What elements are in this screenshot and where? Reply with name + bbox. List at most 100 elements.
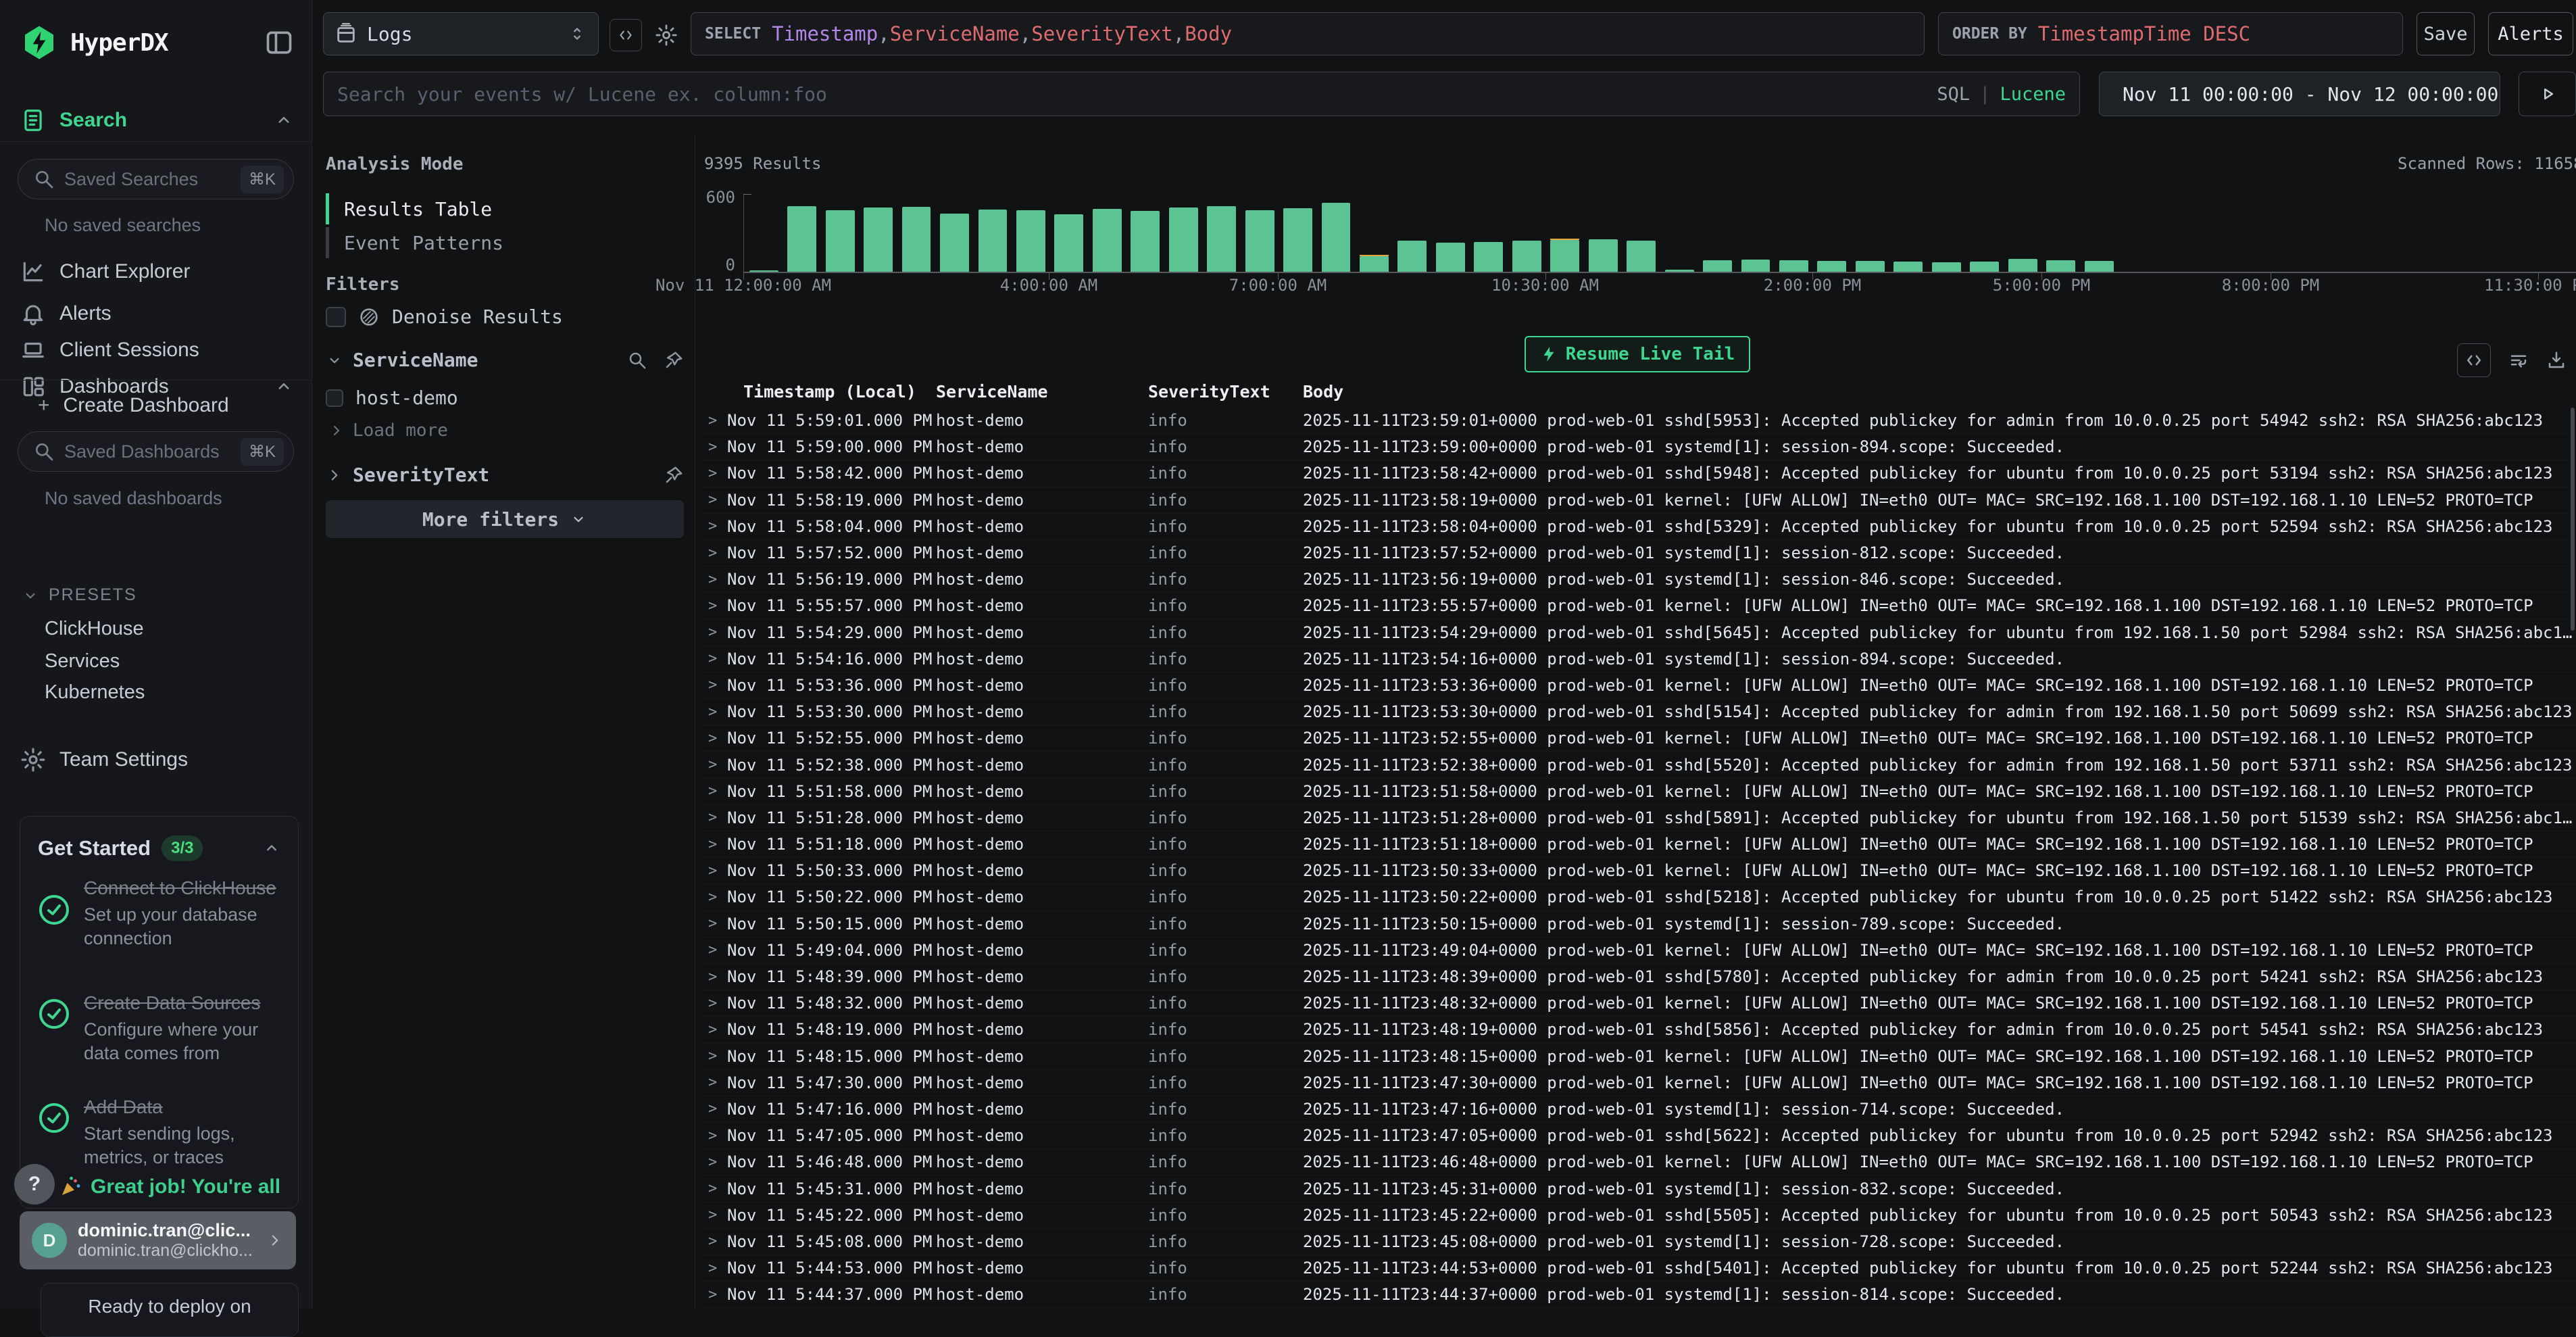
histogram-bar[interactable]	[1470, 194, 1508, 272]
search-input[interactable]	[337, 83, 1926, 105]
saved-searches-input[interactable]	[64, 169, 231, 190]
log-row[interactable]: >Nov 11 5:45:31.000 PMhost-demoinfo2025-…	[703, 1175, 2576, 1202]
histogram-bar[interactable]	[1317, 194, 1355, 272]
log-row[interactable]: >Nov 11 5:54:16.000 PMhost-demoinfo2025-…	[703, 646, 2576, 673]
histogram-bar[interactable]	[935, 194, 973, 272]
histogram-bar[interactable]	[2271, 194, 2308, 272]
histogram-bar[interactable]	[1279, 194, 1316, 272]
expand-row-icon[interactable]: >	[703, 1286, 727, 1303]
expand-row-icon[interactable]: >	[703, 1260, 727, 1277]
histogram-bar[interactable]	[2309, 194, 2347, 272]
denoise-results-option[interactable]: Denoise Results	[326, 306, 684, 328]
histogram-bar[interactable]	[2385, 194, 2423, 272]
expand-row-icon[interactable]: >	[703, 1100, 727, 1117]
histogram-bar[interactable]	[1164, 194, 1202, 272]
log-row[interactable]: >Nov 11 5:44:53.000 PMhost-demoinfo2025-…	[703, 1255, 2576, 1282]
alerts-button[interactable]: Alerts	[2488, 12, 2573, 55]
histogram-bar[interactable]	[2423, 194, 2461, 272]
source-select[interactable]: Logs	[323, 12, 599, 55]
expand-row-icon[interactable]: >	[703, 836, 727, 853]
collapse-sidebar-icon[interactable]	[264, 28, 294, 57]
histogram-bar[interactable]	[1050, 194, 1088, 272]
expand-row-icon[interactable]: >	[703, 1127, 727, 1144]
histogram-bar[interactable]	[2461, 194, 2499, 272]
expand-row-icon[interactable]: >	[703, 915, 727, 932]
log-row[interactable]: >Nov 11 5:48:32.000 PMhost-demoinfo2025-…	[703, 990, 2576, 1017]
log-row[interactable]: >Nov 11 5:59:01.000 PMhost-demoinfo2025-…	[703, 408, 2576, 434]
expand-row-icon[interactable]: >	[703, 412, 727, 429]
log-row[interactable]: >Nov 11 5:51:28.000 PMhost-demoinfo2025-…	[703, 805, 2576, 831]
histogram-bar[interactable]	[2500, 194, 2537, 272]
create-dashboard-button[interactable]: + Create Dashboard	[38, 387, 294, 424]
histogram-bar[interactable]	[1775, 194, 1812, 272]
pin-icon[interactable]	[664, 350, 684, 370]
expand-row-icon[interactable]: >	[703, 677, 727, 694]
saved-dashboards-input[interactable]	[64, 441, 231, 462]
expand-row-icon[interactable]: >	[703, 889, 727, 906]
expand-row-icon[interactable]: >	[703, 730, 727, 747]
sql-toggle[interactable]: SQL	[1937, 84, 1970, 105]
expand-row-icon[interactable]: >	[703, 969, 727, 986]
log-row[interactable]: >Nov 11 5:58:04.000 PMhost-demoinfo2025-…	[703, 514, 2576, 540]
histogram-bar[interactable]	[897, 194, 935, 272]
histogram-bar[interactable]	[783, 194, 820, 272]
log-row[interactable]: >Nov 11 5:50:15.000 PMhost-demoinfo2025-…	[703, 911, 2576, 938]
expand-row-icon[interactable]: >	[703, 756, 727, 773]
chevron-up-icon[interactable]	[274, 110, 294, 130]
log-row[interactable]: >Nov 11 5:56:19.000 PMhost-demoinfo2025-…	[703, 566, 2576, 593]
log-row[interactable]: >Nov 11 5:54:29.000 PMhost-demoinfo2025-…	[703, 620, 2576, 646]
histogram-bar[interactable]	[745, 194, 783, 272]
log-row[interactable]: >Nov 11 5:53:36.000 PMhost-demoinfo2025-…	[703, 673, 2576, 699]
presets-toggle[interactable]: PRESETS	[22, 585, 137, 605]
log-row[interactable]: >Nov 11 5:58:42.000 PMhost-demoinfo2025-…	[703, 460, 2576, 487]
expand-row-icon[interactable]: >	[703, 491, 727, 508]
expand-row-icon[interactable]: >	[703, 1180, 727, 1197]
expand-row-icon[interactable]: >	[703, 571, 727, 588]
log-row[interactable]: >Nov 11 5:50:22.000 PMhost-demoinfo2025-…	[703, 884, 2576, 910]
log-row[interactable]: >Nov 11 5:51:58.000 PMhost-demoinfo2025-…	[703, 779, 2576, 805]
chevron-up-icon[interactable]	[262, 839, 281, 858]
column-header-timestamp[interactable]: Timestamp (Local)	[703, 382, 936, 402]
histogram-bar[interactable]	[1698, 194, 1736, 272]
expand-row-icon[interactable]: >	[703, 809, 727, 826]
sidebar-item-alerts[interactable]: Alerts	[20, 295, 294, 333]
order-by-input[interactable]: ORDER BY TimestampTime DESC	[1938, 12, 2403, 55]
query-language-toggle[interactable]: SQL | Lucene	[1937, 84, 2066, 105]
expand-row-icon[interactable]: >	[703, 942, 727, 958]
denoise-checkbox[interactable]	[326, 307, 346, 327]
histogram-bar[interactable]	[2041, 194, 2079, 272]
log-row[interactable]: >Nov 11 5:47:16.000 PMhost-demoinfo2025-…	[703, 1096, 2576, 1123]
preset-clickhouse[interactable]: ClickHouse	[45, 618, 144, 640]
expand-row-icon[interactable]: >	[703, 862, 727, 879]
wrap-lines-button[interactable]	[2508, 350, 2529, 370]
tab-results-table[interactable]: Results Table	[326, 193, 677, 224]
expand-row-icon[interactable]: >	[703, 439, 727, 456]
histogram-bar[interactable]	[1241, 194, 1279, 272]
histogram-bar[interactable]	[1660, 194, 1698, 272]
log-row[interactable]: >Nov 11 5:52:55.000 PMhost-demoinfo2025-…	[703, 725, 2576, 752]
expand-row-icon[interactable]: >	[703, 1207, 727, 1223]
preset-kubernetes[interactable]: Kubernetes	[45, 681, 145, 704]
histogram-bar[interactable]	[1889, 194, 1927, 272]
log-row[interactable]: >Nov 11 5:47:05.000 PMhost-demoinfo2025-…	[703, 1123, 2576, 1149]
expand-row-icon[interactable]: >	[703, 545, 727, 562]
expand-row-icon[interactable]: >	[703, 1233, 727, 1250]
log-row[interactable]: >Nov 11 5:47:30.000 PMhost-demoinfo2025-…	[703, 1070, 2576, 1096]
histogram-bar[interactable]	[1622, 194, 1660, 272]
column-header-body[interactable]: Body	[1303, 382, 2576, 402]
log-row[interactable]: >Nov 11 5:49:04.000 PMhost-demoinfo2025-…	[703, 938, 2576, 964]
histogram-bar[interactable]	[1508, 194, 1545, 272]
download-button[interactable]	[2546, 350, 2567, 370]
log-row[interactable]: >Nov 11 5:53:30.000 PMhost-demoinfo2025-…	[703, 699, 2576, 725]
histogram-bar[interactable]	[1355, 194, 1393, 272]
expand-row-icon[interactable]: >	[703, 995, 727, 1012]
log-row[interactable]: >Nov 11 5:45:08.000 PMhost-demoinfo2025-…	[703, 1229, 2576, 1255]
histogram-bar[interactable]	[1966, 194, 2004, 272]
log-row[interactable]: >Nov 11 5:46:48.000 PMhost-demoinfo2025-…	[703, 1149, 2576, 1175]
expand-row-icon[interactable]: >	[703, 783, 727, 800]
filter-group-severitytext[interactable]: SeverityText	[326, 464, 684, 486]
source-settings-button[interactable]	[650, 19, 683, 51]
log-row[interactable]: >Nov 11 5:51:18.000 PMhost-demoinfo2025-…	[703, 831, 2576, 858]
histogram-bar[interactable]	[2004, 194, 2041, 272]
user-menu[interactable]: D dominic.tran@clic... dominic.tran@clic…	[20, 1211, 296, 1269]
